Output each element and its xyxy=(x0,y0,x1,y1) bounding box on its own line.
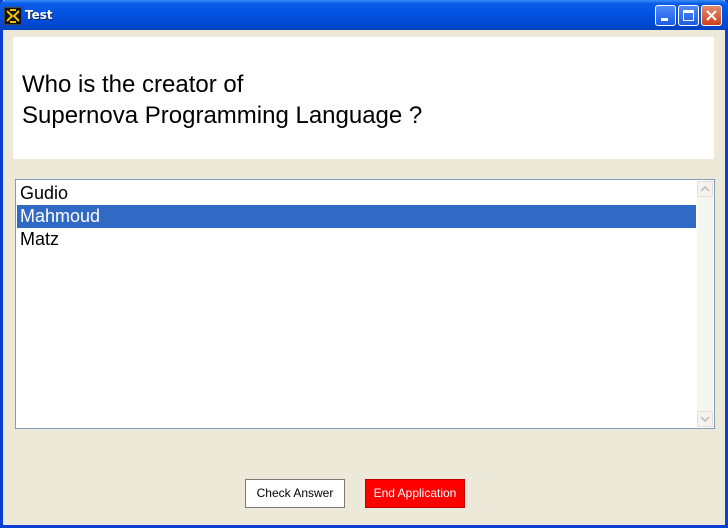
title-bar[interactable]: Test xyxy=(0,0,728,30)
chevron-down-icon xyxy=(700,416,710,423)
scroll-up-button[interactable] xyxy=(697,181,713,197)
close-button[interactable] xyxy=(701,5,722,26)
answers-list[interactable]: Gudio Mahmoud Matz xyxy=(15,179,715,429)
app-window: Test Who is the creator of Supernova Pro… xyxy=(0,0,728,528)
end-application-button[interactable]: End Application xyxy=(365,479,465,508)
app-icon[interactable] xyxy=(4,7,22,25)
answer-item-matz[interactable]: Matz xyxy=(17,228,696,251)
check-answer-button[interactable]: Check Answer xyxy=(245,479,345,508)
question-panel: Who is the creator of Supernova Programm… xyxy=(13,37,714,159)
maximize-icon xyxy=(683,10,694,21)
question-text-line-1: Who is the creator of xyxy=(22,71,244,98)
question-text-line-2: Supernova Programming Language ? xyxy=(22,102,423,129)
minimize-button[interactable] xyxy=(655,5,676,26)
chevron-up-icon xyxy=(700,185,710,192)
answer-item-gudio[interactable]: Gudio xyxy=(17,182,696,205)
vertical-scrollbar[interactable] xyxy=(697,181,713,427)
scroll-down-button[interactable] xyxy=(697,411,713,427)
close-icon xyxy=(706,10,717,21)
window-title: Test xyxy=(25,8,53,22)
maximize-button[interactable] xyxy=(678,5,699,26)
answer-item-mahmoud[interactable]: Mahmoud xyxy=(17,205,696,228)
minimize-icon xyxy=(661,18,668,21)
